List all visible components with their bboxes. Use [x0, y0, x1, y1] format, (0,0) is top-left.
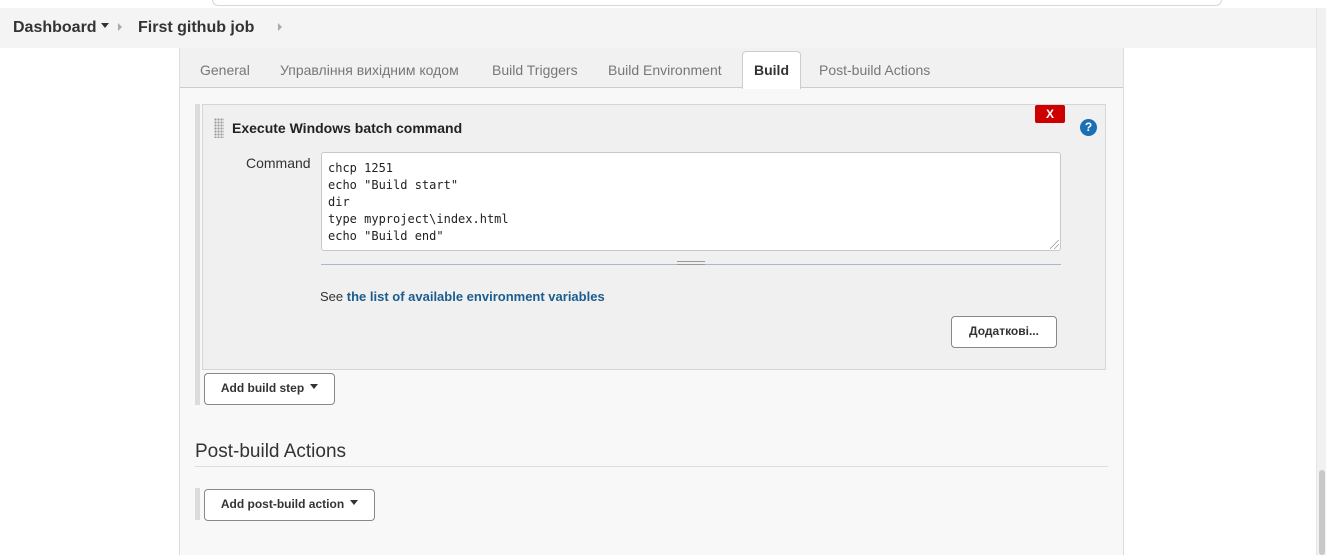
add-build-step-button[interactable]: Add build step	[204, 373, 335, 405]
chevron-down-icon[interactable]	[100, 23, 109, 29]
chevron-right-icon	[278, 23, 282, 31]
resize-corner-icon[interactable]	[1050, 240, 1059, 249]
help-icon[interactable]: ?	[1080, 119, 1097, 136]
scrollbar-thumb[interactable]	[1319, 470, 1325, 555]
divider	[195, 466, 1108, 467]
build-step-title: Execute Windows batch command	[232, 120, 463, 136]
command-textarea[interactable]: chcp 1251 echo "Build start" dir type my…	[321, 152, 1061, 251]
breadcrumb-dashboard[interactable]: Dashboard	[13, 19, 109, 37]
chevron-down-icon	[350, 500, 359, 506]
breadcrumb-job[interactable]: First github job	[138, 19, 254, 37]
command-label: Command	[246, 155, 311, 171]
breadcrumb: Dashboard First github job	[0, 8, 1316, 48]
browser-toolbar-edge	[212, 0, 1222, 6]
env-vars-link[interactable]: the list of available environment variab…	[347, 289, 605, 304]
env-vars-hint: See the list of available environment va…	[320, 289, 605, 304]
textarea-resizer[interactable]	[321, 258, 1061, 265]
chevron-right-icon	[118, 23, 122, 31]
add-post-build-action-button[interactable]: Add post-build action	[204, 489, 375, 521]
tab-build-triggers[interactable]: Build Triggers	[492, 62, 578, 78]
tab-general[interactable]: General	[200, 62, 250, 78]
post-build-title: Post-build Actions	[195, 441, 347, 462]
tab-source-code[interactable]: Управління вихідним кодом	[280, 62, 459, 78]
tab-post-build-actions[interactable]: Post-build Actions	[819, 62, 930, 78]
resize-grip-icon[interactable]	[677, 261, 705, 265]
build-section-bar	[195, 104, 200, 405]
tab-build-environment[interactable]: Build Environment	[608, 62, 722, 78]
drag-handle-icon[interactable]	[214, 118, 224, 138]
chevron-down-icon	[310, 384, 319, 390]
delete-step-button[interactable]: X	[1035, 105, 1065, 123]
tab-build[interactable]: Build	[742, 51, 801, 89]
config-tabs: General Управління вихідним кодом Build …	[180, 48, 1123, 89]
post-build-section-bar	[195, 488, 200, 520]
advanced-button[interactable]: Додаткові...	[951, 316, 1057, 348]
